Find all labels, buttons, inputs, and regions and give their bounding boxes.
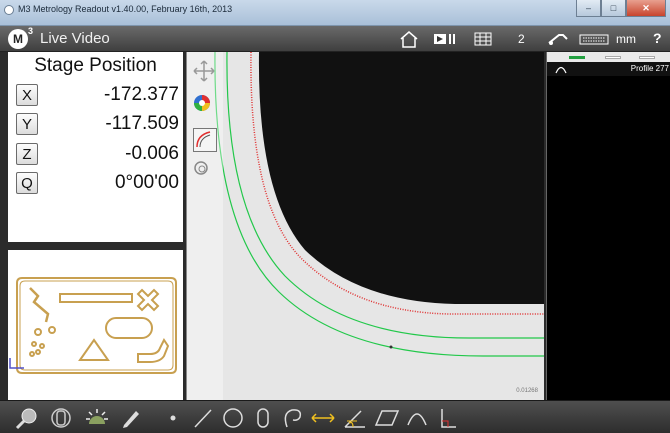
app-header: M3 Live Video 2 mm ?	[0, 26, 670, 52]
screen-title: Live Video	[40, 30, 110, 47]
arc-icon	[555, 66, 567, 74]
live-video-view[interactable]: 0.01268	[186, 52, 544, 400]
pan-move-icon[interactable]	[193, 60, 217, 84]
logo-superscript: 3	[27, 26, 33, 36]
distance-tool-icon[interactable]	[310, 405, 336, 431]
keyboard-icon[interactable]	[578, 30, 610, 48]
focus-icon[interactable]	[193, 160, 217, 184]
pen-icon[interactable]	[118, 405, 144, 431]
scale-label: 0.01268	[516, 388, 538, 394]
panel-divider	[8, 242, 183, 250]
count-indicator: 2	[518, 32, 525, 46]
tab-white-indicator[interactable]	[605, 56, 621, 59]
feature-label: Profile 277	[630, 64, 669, 73]
feature-list-row[interactable]: Profile 277	[547, 62, 670, 76]
axis-x-value: -172.377	[103, 84, 179, 105]
probe-icon[interactable]	[546, 30, 570, 48]
video-tool-column	[187, 52, 223, 400]
measure-toolbar	[0, 400, 670, 433]
axis-row-y: Y -117.509	[16, 113, 181, 137]
m3-logo[interactable]: M3	[8, 26, 33, 49]
magnifier-icon[interactable]	[14, 405, 40, 431]
tab-white-indicator-2[interactable]	[639, 56, 655, 59]
axis-z-button[interactable]: Z	[16, 143, 38, 165]
feature-tabs	[547, 52, 670, 62]
color-wheel-icon[interactable]	[193, 94, 217, 118]
feature-list-panel: Profile 277	[546, 52, 670, 400]
maximize-button[interactable]: □	[601, 0, 626, 17]
parallelogram-tool-icon[interactable]	[374, 405, 400, 431]
axis-row-z: Z -0.006	[16, 143, 181, 167]
slot-tool-icon[interactable]	[250, 405, 276, 431]
edge-detect-tool[interactable]	[193, 128, 217, 152]
part-drawing	[9, 277, 177, 374]
line-tool-icon[interactable]	[190, 405, 216, 431]
angle-tool-icon[interactable]	[342, 405, 368, 431]
stage-position-panel: Stage Position X -172.377 Y -117.509 Z -…	[8, 52, 183, 242]
close-button[interactable]: ✕	[626, 0, 666, 17]
video-record-icon[interactable]	[432, 30, 458, 48]
part-view[interactable]	[8, 250, 183, 400]
window-controls: – □ ✕	[576, 0, 666, 18]
perpendicular-tool-icon[interactable]	[434, 405, 460, 431]
axis-row-q: Q 0°00'00	[16, 172, 181, 196]
axis-q-button[interactable]: Q	[16, 172, 38, 194]
stage-position-title: Stage Position	[34, 55, 157, 76]
axis-q-value: 0°00'00	[114, 172, 179, 193]
axis-y-button[interactable]: Y	[16, 113, 38, 135]
grid-view-icon[interactable]	[472, 30, 494, 48]
lens-icon[interactable]	[48, 405, 74, 431]
axis-x-button[interactable]: X	[16, 84, 38, 106]
app-window: M3 Metrology Readout v1.40.00, February …	[0, 0, 670, 433]
tab-green-indicator[interactable]	[569, 56, 585, 59]
help-button[interactable]: ?	[653, 30, 662, 46]
curve-tool-icon[interactable]	[404, 405, 430, 431]
axis-z-value: -0.006	[125, 143, 179, 164]
axis-y-value: -117.509	[105, 113, 179, 134]
light-icon[interactable]	[84, 405, 110, 431]
window-titlebar: M3 Metrology Readout v1.40.00, February …	[0, 0, 670, 26]
arc-tool-icon[interactable]	[280, 405, 306, 431]
minimize-button[interactable]: –	[576, 0, 601, 17]
units-toggle[interactable]: mm	[616, 32, 636, 46]
window-title: M3 Metrology Readout v1.40.00, February …	[18, 4, 233, 14]
app-icon	[4, 5, 14, 15]
logo-letter: M	[13, 32, 23, 46]
video-image	[187, 52, 544, 400]
home-icon[interactable]	[398, 30, 420, 48]
circle-tool-icon[interactable]	[220, 405, 246, 431]
point-tool-icon[interactable]	[160, 405, 186, 431]
axis-row-x: X -172.377	[16, 84, 181, 108]
